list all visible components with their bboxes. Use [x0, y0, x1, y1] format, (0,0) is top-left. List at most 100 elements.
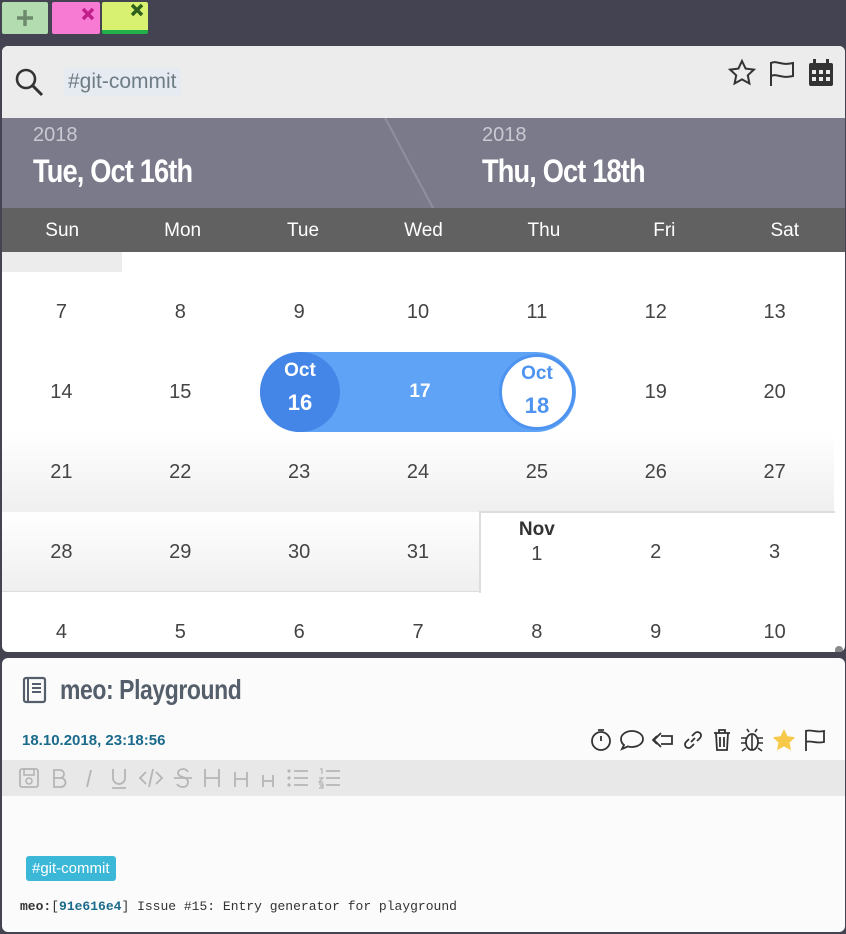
range-end-day-label: 18: [524, 393, 550, 418]
range-end-day[interactable]: Oct 18: [499, 354, 575, 430]
day-cell[interactable]: 5: [121, 592, 240, 652]
day-cell[interactable]: 22: [121, 432, 240, 512]
day-cell[interactable]: Nov 1: [477, 512, 596, 592]
star-icon[interactable]: [727, 58, 757, 88]
day-cell[interactable]: 10: [359, 272, 478, 352]
day-cell[interactable]: 13: [715, 272, 834, 352]
weekday-label: Wed: [404, 220, 443, 241]
day-cell[interactable]: 7: [359, 592, 478, 652]
day-cell[interactable]: 26: [596, 432, 715, 512]
calendar-icon[interactable]: [807, 58, 835, 88]
search-actions: [727, 58, 835, 88]
editor-toolbar: [2, 760, 845, 796]
day-cell[interactable]: 24: [359, 432, 478, 512]
commit-bracket-open: [: [51, 899, 60, 914]
day-cell[interactable]: 15: [121, 352, 240, 432]
day-cell[interactable]: 25: [477, 432, 596, 512]
weekday-label: Thu: [527, 220, 561, 241]
pink-tab[interactable]: [52, 2, 100, 34]
h3-icon[interactable]: [260, 767, 278, 789]
reply-icon[interactable]: [651, 728, 675, 752]
day-cell[interactable]: 8: [121, 272, 240, 352]
day-cell[interactable]: 31: [359, 512, 478, 592]
weekday-label: Mon: [164, 220, 202, 241]
range-start-month-label: Oct: [284, 360, 316, 381]
numbered-list-icon[interactable]: [318, 767, 342, 789]
save-icon[interactable]: [18, 767, 40, 789]
week-row: 7 8 9 10 11 12 13: [2, 272, 834, 352]
strike-icon[interactable]: [172, 767, 194, 789]
code-icon[interactable]: [138, 767, 164, 789]
close-icon[interactable]: [54, 4, 98, 32]
bug-icon[interactable]: [739, 728, 765, 752]
day-cell[interactable]: 4: [2, 592, 121, 652]
calendar-panel: #git-commit 2018 Tue, Oct 16th 2018 Thu,…: [2, 46, 845, 652]
day-cell[interactable]: 29: [121, 512, 240, 592]
day-cell[interactable]: 10: [715, 592, 834, 652]
week-row: 21 22 23 24 25 26 27: [2, 432, 834, 512]
h1-icon[interactable]: [202, 767, 224, 789]
weekday-label: Tue: [287, 220, 320, 241]
trash-icon[interactable]: [711, 728, 733, 752]
flag-icon[interactable]: [803, 728, 827, 752]
week-row: 28 29 30 31 Nov 1 2 3: [2, 512, 834, 592]
entry-header: meo: Playground: [22, 674, 281, 706]
close-icon[interactable]: [103, 2, 147, 30]
day-cell[interactable]: 23: [240, 432, 359, 512]
weekday-label: Sat: [770, 220, 799, 241]
timer-icon[interactable]: [589, 728, 613, 752]
day-cell[interactable]: 28: [2, 512, 121, 592]
day-cell[interactable]: 8: [477, 592, 596, 652]
bold-icon[interactable]: [48, 767, 70, 789]
range-end[interactable]: 2018 Thu, Oct 18th: [482, 124, 673, 190]
h2-icon[interactable]: [232, 767, 252, 789]
entry-title: meo: Playground: [60, 674, 242, 705]
day-cell[interactable]: 19: [596, 352, 715, 432]
link-icon[interactable]: [681, 728, 705, 752]
search-input[interactable]: #git-commit: [64, 68, 181, 96]
weekday-label: Fri: [653, 220, 676, 241]
entry-actions: [589, 728, 827, 752]
commit-project: meo:: [20, 899, 52, 914]
day-cell[interactable]: 21: [2, 432, 121, 512]
day-cell[interactable]: 11: [477, 272, 596, 352]
day-cell[interactable]: 30: [240, 512, 359, 592]
day-cell[interactable]: 27: [715, 432, 834, 512]
day-cell[interactable]: 20: [715, 352, 834, 432]
commit-bracket-close: ]: [121, 899, 130, 914]
range-end-year: 2018: [482, 124, 527, 146]
range-mid-day[interactable]: 17: [380, 352, 460, 432]
commit-hash-link[interactable]: 91e616e4: [59, 899, 121, 914]
flag-icon[interactable]: [767, 58, 797, 88]
range-start-day[interactable]: Oct 16: [260, 352, 340, 432]
weekday-header: Sun Mon Tue Wed Thu Fri Sat: [2, 208, 845, 252]
range-start[interactable]: 2018 Tue, Oct 16th: [33, 124, 220, 190]
day-cell[interactable]: 7: [2, 272, 121, 352]
bullet-list-icon[interactable]: [286, 767, 310, 789]
range-divider: [384, 118, 447, 208]
search-bar: #git-commit: [2, 46, 845, 118]
month-grid: 7 8 9 10 11 12 13 14 15 19 20 Oct 16 1 7 …: [2, 252, 845, 652]
date-range-header: 2018 Tue, Oct 16th 2018 Thu, Oct 18th: [2, 118, 845, 208]
prev-month-shade: [2, 252, 122, 272]
search-icon[interactable]: [14, 67, 44, 97]
month-marker: Nov: [518, 519, 555, 540]
star-filled-icon[interactable]: [771, 728, 797, 752]
comment-icon[interactable]: [619, 728, 645, 752]
lime-tab[interactable]: [102, 2, 148, 34]
underline-icon[interactable]: [108, 767, 130, 789]
entry-datetime[interactable]: 18.10.2018, 23:18:56: [22, 732, 165, 749]
scrollbar-thumb[interactable]: [835, 646, 843, 652]
day-cell[interactable]: 2: [596, 512, 715, 592]
add-tab-button[interactable]: [2, 2, 48, 34]
entry-panel: meo: Playground 18.10.2018, 23:18:56 #gi…: [2, 658, 845, 932]
day-cell[interactable]: 14: [2, 352, 121, 432]
day-cell[interactable]: 3: [715, 512, 834, 592]
range-start-date: Tue, Oct 16th: [33, 153, 193, 189]
day-cell[interactable]: 12: [596, 272, 715, 352]
day-cell[interactable]: 9: [240, 272, 359, 352]
day-cell[interactable]: 9: [596, 592, 715, 652]
tag-chip[interactable]: #git-commit: [26, 856, 116, 881]
italic-icon[interactable]: [78, 767, 100, 789]
day-cell[interactable]: 6: [240, 592, 359, 652]
